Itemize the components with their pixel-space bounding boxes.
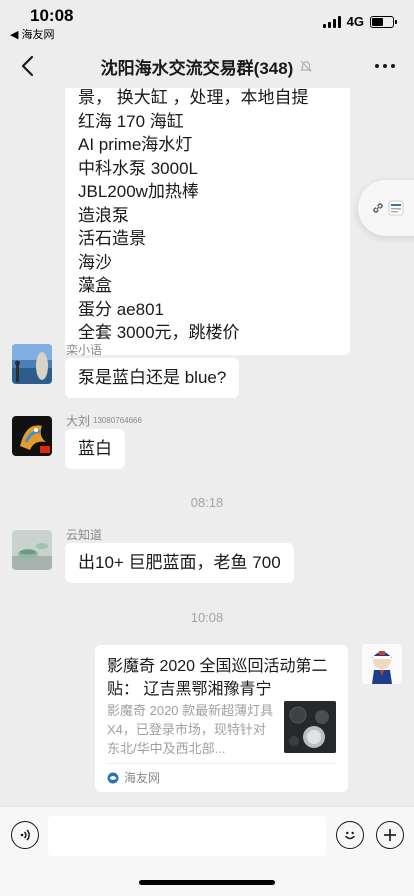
- chat-header: 沈阳海水交流交易群(348): [0, 44, 414, 88]
- battery-icon: [370, 15, 397, 28]
- avatar[interactable]: [12, 344, 52, 384]
- message-line: 蛋分 ae801: [78, 299, 164, 319]
- chevron-left-icon: [21, 55, 34, 77]
- status-indicators: 4G: [322, 14, 397, 29]
- card-thumbnail: [284, 701, 336, 753]
- more-dot: [375, 64, 379, 68]
- message-input[interactable]: [48, 816, 326, 856]
- signal-icon: [322, 15, 341, 28]
- card-divider: [107, 763, 336, 764]
- message-line: 全套 3000元，跳楼价: [78, 323, 240, 342]
- message-line: AI prime海水灯: [78, 135, 193, 154]
- my-avatar[interactable]: [362, 644, 402, 684]
- link-icon: [373, 203, 383, 213]
- status-bar: 10:08 ◀ 海友网 4G: [0, 0, 414, 44]
- plus-icon: [384, 829, 396, 841]
- avatar-image: [12, 344, 52, 384]
- home-indicator[interactable]: [139, 880, 275, 885]
- chat-title: 沈阳海水交流交易群(348): [101, 54, 314, 79]
- message-text: 泵是蓝白还是 blue?: [78, 368, 227, 387]
- more-dot: [383, 64, 387, 68]
- more-dot: [391, 64, 395, 68]
- sender-nickname: 大刘: [66, 414, 91, 428]
- message-line: 红海 170 海缸: [78, 111, 184, 131]
- message-text: 出10+ 巨肥蓝面，老鱼 700: [78, 553, 281, 572]
- avatar-image: [12, 416, 52, 456]
- link-card[interactable]: 影魔奇 2020 全国巡回活动第二贴： 辽吉黑鄂湘豫青宁 影魔奇 2020 款最…: [95, 645, 348, 792]
- back-to-app-link[interactable]: ◀ 海友网: [10, 26, 55, 42]
- message-line: JBL200w加热棒: [78, 182, 199, 201]
- more-button[interactable]: [370, 52, 400, 80]
- source-logo-icon: [107, 772, 119, 783]
- avatar[interactable]: [12, 530, 52, 570]
- sender-name: 栾小语: [66, 343, 103, 357]
- message-line: 海沙: [78, 252, 112, 272]
- avatar-image: [12, 530, 52, 570]
- add-button[interactable]: [376, 821, 404, 849]
- mute-bell-icon: [300, 60, 313, 72]
- avatar[interactable]: [12, 416, 52, 456]
- message-line: 景， 换大缸 ，处理，本地自提: [78, 88, 309, 107]
- time-separator: 10:08: [190, 610, 224, 625]
- message-text: 蓝白: [78, 439, 112, 458]
- status-time: 10:08: [30, 6, 74, 25]
- message-bubble[interactable]: 蓝白: [65, 429, 125, 469]
- back-button[interactable]: [14, 52, 42, 80]
- emoji-button[interactable]: [336, 821, 364, 849]
- emoji-icon: [345, 831, 355, 840]
- message-bubble[interactable]: 出10+ 巨肥蓝面，老鱼 700: [65, 543, 294, 583]
- message-line: 中科水泵 3000L: [78, 158, 198, 178]
- message-line: 活石造景: [78, 229, 146, 248]
- source-name: 海友网: [124, 771, 161, 785]
- card-title: 影魔奇 2020 全国巡回活动第二贴： 辽吉黑鄂湘豫青宁: [107, 658, 328, 698]
- thumbnail-image: [284, 701, 336, 753]
- card-source: 海友网: [107, 769, 160, 786]
- message-line: 藻盒: [78, 276, 112, 295]
- message-line: 造浪泵: [78, 205, 129, 225]
- network-type: 4G: [346, 14, 364, 29]
- group-name: 沈阳海水交流交易群(348): [100, 58, 294, 78]
- card-description: 影魔奇 2020 款最新超薄灯具 X4，已登录市场，现特针对东北/华中及西北部.…: [107, 703, 274, 756]
- voice-icon: [20, 829, 30, 841]
- voice-button[interactable]: [11, 821, 39, 849]
- message-bubble[interactable]: 景， 换大缸 ，处理，本地自提 红海 170 海缸 AI prime海水灯 中科…: [65, 88, 350, 355]
- time-separator: 08:18: [190, 495, 224, 510]
- avatar-image: [362, 644, 402, 684]
- app-thumbnail-icon: [388, 200, 404, 216]
- sender-remark: 13080764666: [93, 416, 142, 425]
- sender-name: 大刘 13080764666: [66, 412, 142, 429]
- message-bubble[interactable]: 泵是蓝白还是 blue?: [65, 358, 240, 398]
- floating-window-button[interactable]: [358, 180, 414, 236]
- sender-name: 云知道: [66, 528, 103, 542]
- chat-area[interactable]: 景， 换大缸 ，处理，本地自提 红海 170 海缸 AI prime海水灯 中科…: [0, 88, 414, 806]
